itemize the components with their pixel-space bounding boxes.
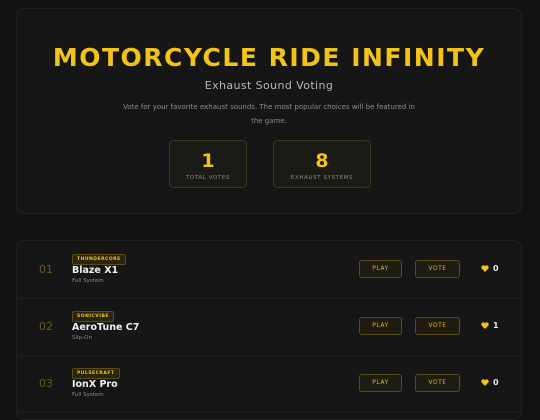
brand-badge: PULSECRAFT xyxy=(72,368,120,379)
vote-count: 0 xyxy=(481,264,499,273)
vote-count-value: 0 xyxy=(493,264,499,273)
play-button[interactable]: PLAY xyxy=(359,374,402,392)
rank-number: 01 xyxy=(39,263,53,276)
exhaust-name: AeroTune C7 xyxy=(72,322,140,333)
stat-value: 8 xyxy=(315,150,329,172)
exhaust-type: Slip-On xyxy=(72,335,92,341)
stat-total-votes: 1 TOTAL VOTES xyxy=(169,140,247,188)
vote-button[interactable]: VOTE xyxy=(415,374,460,392)
rank-number: 03 xyxy=(39,377,53,390)
rank-number: 02 xyxy=(39,320,53,333)
vote-count: 0 xyxy=(481,378,499,387)
stat-value: 1 xyxy=(201,150,215,172)
exhaust-row: 01 THUNDERCORE Blaze X1 Full System PLAY… xyxy=(17,241,521,299)
exhaust-row: 03 PULSECRAFT IonX Pro Full System PLAY … xyxy=(17,355,521,413)
brand-badge: SONICVIBE xyxy=(72,311,114,322)
app-title: MOTORCYCLE RIDE INFINITY xyxy=(52,43,486,72)
vote-count: 1 xyxy=(481,321,499,330)
brand-badge: THUNDERCORE xyxy=(72,254,126,265)
heart-icon xyxy=(481,322,489,329)
play-button[interactable]: PLAY xyxy=(359,260,402,278)
header-card: MOTORCYCLE RIDE INFINITY Exhaust Sound V… xyxy=(16,8,522,214)
vote-count-value: 1 xyxy=(493,321,499,330)
vote-button[interactable]: VOTE xyxy=(415,260,460,278)
exhaust-list: 01 THUNDERCORE Blaze X1 Full System PLAY… xyxy=(16,240,522,420)
page-description: Vote for your favorite exhaust sounds. T… xyxy=(123,103,415,125)
stat-label: TOTAL VOTES xyxy=(185,175,231,181)
play-button[interactable]: PLAY xyxy=(359,317,402,335)
vote-button[interactable]: VOTE xyxy=(415,317,460,335)
exhaust-type: Full System xyxy=(72,278,104,284)
vote-count-value: 0 xyxy=(493,378,499,387)
exhaust-type: Full System xyxy=(72,392,104,398)
heart-icon xyxy=(481,265,489,272)
exhaust-row: 02 SONICVIBE AeroTune C7 Slip-On PLAY VO… xyxy=(17,298,521,356)
stat-label: EXHAUST SYSTEMS xyxy=(290,175,354,181)
stat-exhaust-systems: 8 EXHAUST SYSTEMS xyxy=(273,140,371,188)
exhaust-name: Blaze X1 xyxy=(72,265,119,276)
page-subtitle: Exhaust Sound Voting xyxy=(204,79,334,92)
exhaust-name: IonX Pro xyxy=(72,379,118,390)
heart-icon xyxy=(481,379,489,386)
